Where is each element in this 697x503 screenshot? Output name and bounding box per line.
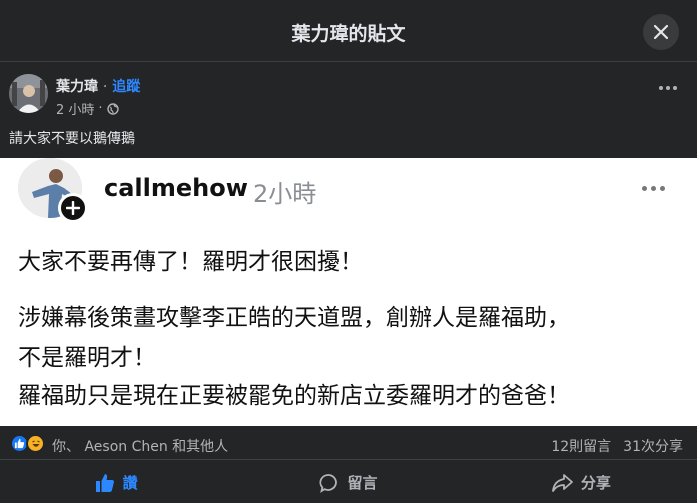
image-text-line: 不是羅明才！ [18,345,156,371]
thumbs-up-icon [95,473,114,492]
dialog-title: 葉力瑋的貼文 [291,23,406,45]
post-time[interactable]: 2 小時 [56,99,94,118]
plus-icon [58,193,88,223]
comment-button[interactable]: 留言 [232,462,464,503]
post-header: 葉力瑋 · 追蹤 2 小時 · 請大家不要以鵝傳鵝 [0,62,697,158]
haha-reaction-icon [26,434,45,453]
post-image[interactable]: callmehow 2小時 大家不要再傳了！羅明才很困擾！ 涉嫌幕後策畫攻擊李正… [0,158,697,426]
engagement-counts: 12則留言 31次分享 [551,436,683,456]
post-text: 請大家不要以鵝傳鵝 [9,131,135,147]
reaction-icons[interactable] [10,434,45,453]
comment-label: 留言 [347,474,378,492]
globe-icon [106,102,119,115]
image-text-line: 大家不要再傳了！羅明才很困擾！ [18,249,363,275]
reactions-bar: 你、 Aeson Chen 和其他人 12則留言 31次分享 [0,428,697,460]
post-meta: 2 小時 · [56,99,119,118]
image-more-icon [642,186,665,191]
image-text-line: 涉嫌幕後策畫攻擊李正皓的天道盟，創辦人是羅福助， [18,305,570,331]
name-separator: · [102,79,108,95]
more-icon [659,86,663,90]
share-count[interactable]: 31次分享 [623,436,683,456]
like-button[interactable]: 讚 [0,462,232,503]
author-name[interactable]: 葉力瑋 [56,79,98,95]
post-options-button[interactable] [659,86,677,90]
comment-icon [319,473,338,493]
share-button[interactable]: 分享 [465,462,697,503]
comment-count[interactable]: 12則留言 [551,436,611,456]
close-icon [653,24,669,40]
meta-separator: · [98,101,103,116]
image-time: 2小時 [253,180,317,208]
author-avatar[interactable] [9,74,48,113]
action-bar: 讚 留言 分享 [0,462,697,503]
dialog-header: 葉力瑋的貼文 [0,0,697,62]
share-label: 分享 [580,474,611,492]
image-username: callmehow [104,174,248,202]
author-line: 葉力瑋 · 追蹤 [56,76,140,96]
image-text-line: 羅福助只是現在正要被罷免的新店立委羅明才的爸爸！ [18,383,570,409]
reactors-summary[interactable]: 你、 Aeson Chen 和其他人 [52,436,228,456]
follow-link[interactable]: 追蹤 [112,79,140,95]
share-icon [551,473,573,492]
like-label: 讚 [122,474,138,492]
close-button[interactable] [643,14,679,50]
